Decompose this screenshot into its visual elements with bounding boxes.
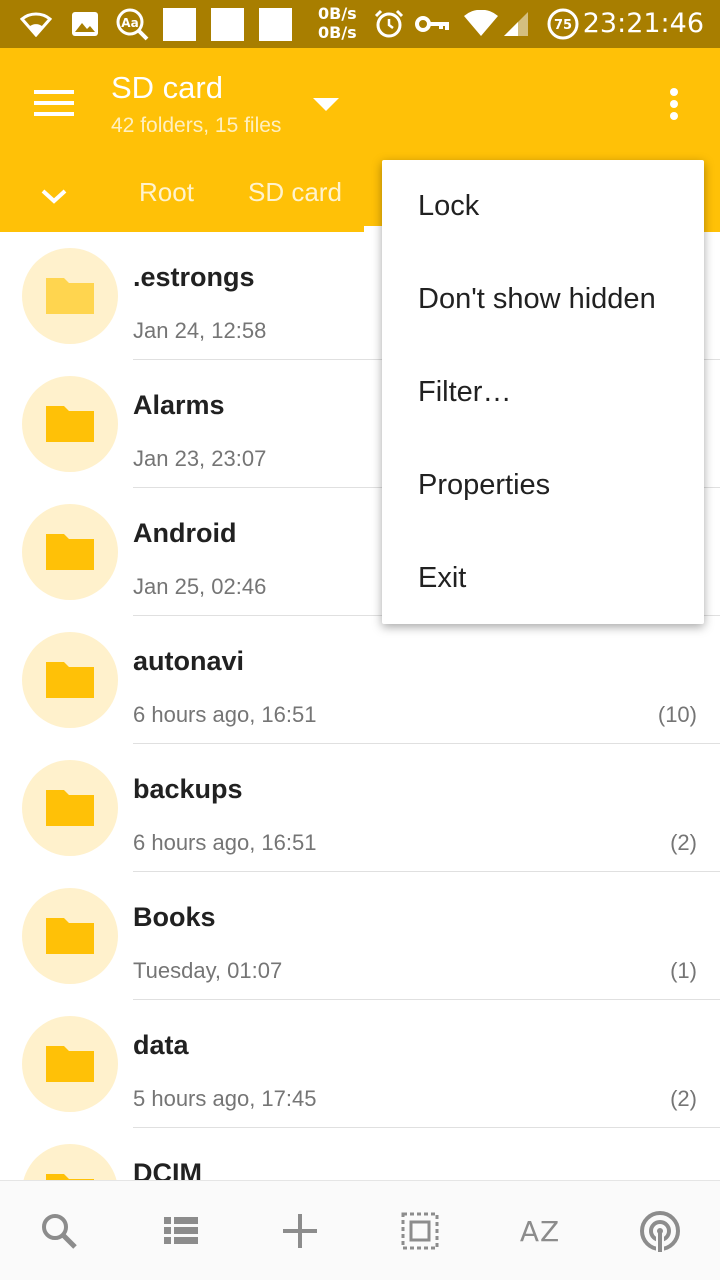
battery-icon: 75 — [545, 0, 581, 48]
vpn-key-icon — [414, 0, 450, 48]
select-all-icon[interactable] — [390, 1201, 450, 1261]
notification-placeholder — [163, 8, 196, 41]
file-name: Books — [133, 902, 216, 932]
folder-badge — [22, 1144, 118, 1180]
breadcrumb-root[interactable]: Root — [139, 177, 194, 208]
wifi-icon — [18, 0, 54, 48]
list-item[interactable]: Books Tuesday, 01:07 (1) — [0, 872, 720, 1000]
folder-badge — [22, 760, 118, 856]
page-title[interactable]: SD card — [111, 70, 223, 106]
menu-item-properties[interactable]: Properties — [382, 439, 704, 532]
list-item[interactable]: autonavi 6 hours ago, 16:51 (10) — [0, 616, 720, 744]
item-count: (2) — [670, 1086, 697, 1111]
folder-badge — [22, 248, 118, 344]
file-date: 6 hours ago, 16:51 — [133, 830, 317, 855]
file-name: Alarms — [133, 390, 225, 420]
network-speed: 0B/s 0B/s — [318, 4, 357, 42]
item-count: (2) — [670, 830, 697, 855]
item-count: (1) — [670, 958, 697, 983]
file-name: Android — [133, 518, 237, 548]
folder-badge — [22, 376, 118, 472]
folder-icon — [46, 790, 94, 826]
item-count: (10) — [657, 702, 697, 727]
folder-badge — [22, 632, 118, 728]
font-search-icon: Aa — [112, 0, 152, 48]
menu-item-filter[interactable]: Filter… — [382, 346, 704, 439]
file-name: autonavi — [133, 646, 245, 676]
menu-item-dont-show-hidden[interactable]: Don't show hidden — [382, 253, 704, 346]
image-icon — [68, 0, 102, 48]
list-item[interactable]: DCIM — [0, 1128, 720, 1180]
folder-icon — [46, 534, 94, 570]
svg-text:Aa: Aa — [121, 16, 138, 30]
folder-icon — [46, 662, 94, 698]
clock: 23:21:46 — [582, 8, 704, 39]
hamburger-menu-icon[interactable] — [24, 78, 84, 128]
wifi-signal-icon — [462, 0, 500, 48]
svg-text:75: 75 — [554, 18, 572, 33]
menu-item-exit[interactable]: Exit — [382, 532, 704, 625]
file-date: Jan 25, 02:46 — [133, 574, 267, 599]
file-date: Jan 24, 12:58 — [133, 318, 267, 343]
file-date: Jan 23, 23:07 — [133, 446, 267, 471]
search-icon[interactable] — [29, 1201, 89, 1261]
alarm-icon — [372, 0, 406, 48]
file-name: data — [133, 1030, 189, 1060]
wifi-share-icon[interactable] — [630, 1201, 690, 1261]
notification-placeholder — [211, 8, 244, 41]
file-date: 6 hours ago, 16:51 — [133, 702, 317, 727]
breadcrumb-sdcard[interactable]: SD card — [248, 177, 342, 208]
list-view-icon[interactable] — [151, 1201, 211, 1261]
file-date: Tuesday, 01:07 — [133, 958, 283, 983]
cell-signal-icon — [500, 0, 532, 48]
list-item[interactable]: backups 6 hours ago, 16:51 (2) — [0, 744, 720, 872]
status-bar: Aa 0B/s 0B/s 75 23:21:46 — [0, 0, 720, 48]
list-item[interactable]: data 5 hours ago, 17:45 (2) — [0, 1000, 720, 1128]
overflow-menu: Lock Don't show hidden Filter… Propertie… — [382, 160, 704, 624]
add-icon[interactable] — [270, 1201, 330, 1261]
folder-badge — [22, 504, 118, 600]
folder-icon — [46, 278, 94, 314]
file-date: 5 hours ago, 17:45 — [133, 1086, 317, 1111]
expand-breadcrumb-icon[interactable] — [32, 174, 76, 218]
folder-badge — [22, 1016, 118, 1112]
chevron-down-icon[interactable] — [313, 98, 339, 111]
file-name: .estrongs — [133, 262, 255, 292]
more-options-icon[interactable] — [658, 82, 690, 126]
folder-icon — [46, 1046, 94, 1082]
notification-placeholder — [259, 8, 292, 41]
bottom-toolbar: AZ — [0, 1180, 720, 1280]
file-name: DCIM — [133, 1158, 202, 1180]
folder-icon — [46, 1174, 94, 1180]
file-name: backups — [133, 774, 243, 804]
folder-icon — [46, 406, 94, 442]
folder-icon — [46, 918, 94, 954]
folder-badge — [22, 888, 118, 984]
sort-icon[interactable]: AZ — [510, 1201, 570, 1261]
menu-item-lock[interactable]: Lock — [382, 160, 704, 253]
folder-summary: 42 folders, 15 files — [111, 114, 282, 137]
